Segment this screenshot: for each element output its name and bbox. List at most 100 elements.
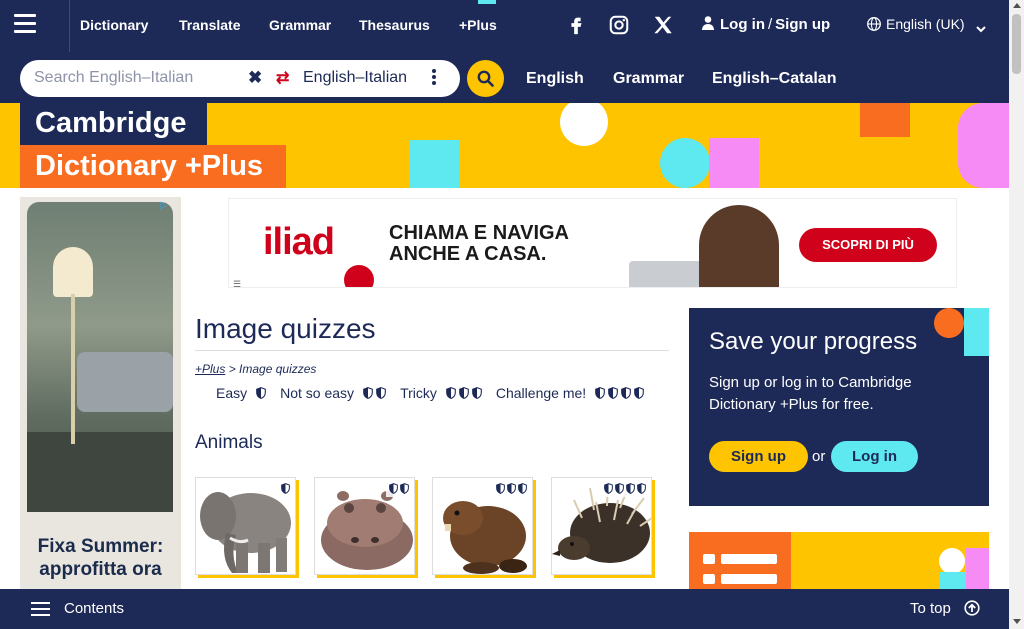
logo-cambridge[interactable]: Cambridge <box>20 103 207 145</box>
login-button[interactable]: Log in <box>831 441 918 472</box>
panel-decoration-dot <box>934 308 964 338</box>
panel-title: Save your progress <box>709 328 918 355</box>
scroll-up-arrow[interactable] <box>1013 3 1021 8</box>
quick-link-grammar[interactable]: Grammar <box>613 70 684 88</box>
more-options-icon[interactable] <box>432 69 436 87</box>
level-shields <box>363 387 386 399</box>
shield-icon <box>472 387 482 399</box>
nav-login-link[interactable]: Log in <box>720 16 765 33</box>
difficulty-tag <box>386 480 412 497</box>
or-label: or <box>812 448 826 465</box>
ad-photo <box>27 202 173 512</box>
quiz-card-echidna[interactable] <box>551 477 652 575</box>
breadcrumb-current: > Image quizzes <box>228 362 317 376</box>
quiz-card-hippopotamus[interactable] <box>314 477 415 575</box>
search-input[interactable] <box>34 69 244 87</box>
nav-translate-link[interactable]: Translate <box>179 17 240 33</box>
ad-brand-logo: iliad <box>263 221 335 263</box>
ad-cta-button[interactable]: SCOPRI DI PIÙ <box>799 228 937 262</box>
search-bar: ✖ ⇄ English–Italian English Grammar Engl… <box>0 52 1009 103</box>
level-label: Not so easy <box>280 385 355 401</box>
dictionary-selector[interactable]: English–Italian <box>303 69 407 87</box>
logo-dictionary-plus[interactable]: Dictionary +Plus <box>20 145 286 188</box>
search-button[interactable] <box>467 60 504 97</box>
shield-icon <box>459 387 469 399</box>
shield-icon <box>626 483 635 494</box>
shield-icon <box>281 483 290 494</box>
facebook-icon[interactable] <box>565 14 587 36</box>
user-icon <box>702 16 714 30</box>
shield-icon <box>446 387 456 399</box>
language-selector[interactable]: English (UK) <box>867 16 986 33</box>
nav-dictionary-link[interactable]: Dictionary <box>80 17 148 33</box>
login-separator: / <box>768 16 773 33</box>
contents-menu-icon[interactable] <box>31 602 50 620</box>
level-label: Tricky <box>400 385 437 401</box>
login-area: Log in / Sign up <box>702 16 830 33</box>
search-box: ✖ ⇄ English–Italian <box>20 60 460 97</box>
level-shields <box>446 387 482 399</box>
difficulty-tag <box>493 480 530 497</box>
quiz-card-beaver[interactable] <box>432 477 533 575</box>
level-label: Challenge me! <box>495 385 587 401</box>
shield-icon <box>376 387 386 399</box>
menu-icon[interactable] <box>14 14 36 34</box>
shield-icon <box>608 387 619 399</box>
side-advertisement[interactable]: Fixa Summer: approfitta ora <box>20 197 181 629</box>
shield-icon <box>604 483 613 494</box>
banner-shape-pink <box>958 103 1009 188</box>
adchoices-icon[interactable]: ▷ <box>160 200 180 214</box>
instagram-icon[interactable] <box>608 14 630 36</box>
ad-headline-line1: CHIAMA E NAVIGA <box>389 222 569 244</box>
top-nav: Dictionary Translate Grammar Thesaurus +… <box>0 0 1009 52</box>
shield-icon <box>507 483 516 494</box>
quick-link-english-catalan[interactable]: English–Catalan <box>712 70 836 88</box>
side-ad-text: Fixa Summer: approfitta ora <box>37 536 164 580</box>
clear-icon[interactable]: ✖ <box>248 68 262 88</box>
scrollbar[interactable] <box>1009 0 1024 629</box>
difficulty-tag <box>278 480 293 497</box>
plus-accent <box>478 0 496 4</box>
banner-square-orange <box>860 103 910 137</box>
save-progress-panel: Save your progress Sign up or log in to … <box>689 308 989 506</box>
nav-thesaurus-link[interactable]: Thesaurus <box>359 17 430 33</box>
banner-circle-cyan <box>660 138 710 188</box>
quiz-card-elephant[interactable] <box>195 477 296 575</box>
scroll-down-arrow[interactable] <box>1013 619 1021 624</box>
banner-square-pink <box>709 138 759 188</box>
page-title: Image quizzes <box>195 313 376 344</box>
banner-circle-white <box>560 103 608 146</box>
chevron-down-icon <box>975 20 986 33</box>
x-twitter-icon[interactable] <box>652 14 674 36</box>
search-icon <box>477 70 494 87</box>
quick-link-english[interactable]: English <box>526 70 584 88</box>
ad-menu-icon[interactable]: ☰ <box>233 279 241 287</box>
difficulty-tag <box>601 480 649 497</box>
scrollbar-thumb[interactable] <box>1012 14 1021 74</box>
shield-icon <box>389 483 398 494</box>
nav-signup-link[interactable]: Sign up <box>775 16 830 33</box>
shield-icon <box>496 483 505 494</box>
signup-button[interactable]: Sign up <box>709 441 808 472</box>
nav-grammar-link[interactable]: Grammar <box>269 17 331 33</box>
top-advertisement[interactable]: iliad CHIAMA E NAVIGA ANCHE A CASA. SCOP… <box>228 198 957 288</box>
shield-icon <box>595 387 606 399</box>
breadcrumb-plus-link[interactable]: +Plus <box>195 362 225 376</box>
swap-languages-icon[interactable]: ⇄ <box>276 68 289 88</box>
shield-icon <box>518 483 527 494</box>
language-label: English (UK) <box>886 16 965 32</box>
panel-decoration-bar <box>964 308 989 356</box>
nav-plus-link[interactable]: +Plus <box>459 17 497 33</box>
shield-icon <box>621 387 632 399</box>
banner-square-cyan <box>409 140 459 188</box>
contents-button[interactable]: Contents <box>64 600 124 617</box>
nav-divider <box>69 0 70 52</box>
level-shields <box>595 387 645 399</box>
shield-icon <box>363 387 373 399</box>
level-shields <box>256 387 266 399</box>
level-not-so-easy: Not so easy <box>280 385 386 401</box>
panel-text: Sign up or log in to Cambridge Dictionar… <box>709 374 912 413</box>
arrow-up-circle-icon[interactable] <box>964 600 980 616</box>
to-top-button[interactable]: To top <box>910 600 951 617</box>
ad-person-image <box>699 205 779 287</box>
